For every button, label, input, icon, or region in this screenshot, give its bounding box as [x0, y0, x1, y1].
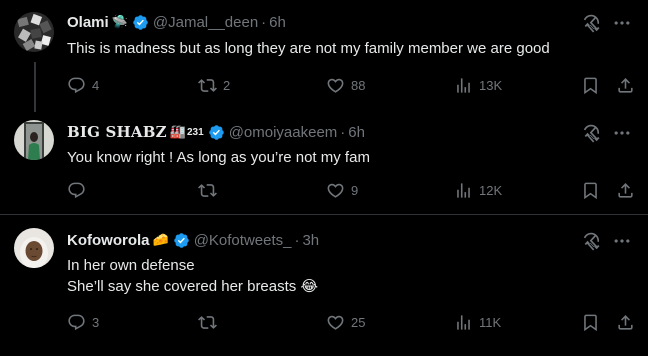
reply-icon [67, 313, 86, 332]
tweet-text: This is madness but as long they are not… [67, 38, 628, 59]
display-name[interactable]: Kofoworola [67, 232, 150, 249]
separator-dot: · [340, 123, 346, 141]
avatar[interactable] [14, 120, 54, 160]
separator-dot: · [261, 13, 267, 31]
repost-button[interactable] [198, 180, 223, 200]
share-button[interactable] [616, 75, 635, 95]
repost-icon [198, 76, 217, 95]
bookmark-icon [581, 181, 600, 200]
bookmark-button[interactable] [581, 180, 600, 200]
reply-button[interactable]: 3 [67, 312, 99, 332]
views-button[interactable]: 12K [454, 180, 502, 200]
name-emoji: 🧀 [152, 232, 169, 247]
views-button[interactable]: 13K [454, 75, 502, 95]
more-icon[interactable] [612, 123, 632, 143]
views-icon [454, 181, 473, 200]
tweet-text-line: In her own defense [67, 257, 195, 274]
views-count: 11K [479, 314, 502, 330]
tweet-text: You know right ! As long as you’re not m… [67, 147, 628, 168]
tweet-text-line: You know right ! As long as you’re not m… [67, 149, 370, 166]
repost-icon [198, 181, 217, 200]
action-bar: 3 25 11K [67, 312, 637, 332]
like-count: 88 [351, 77, 366, 93]
tweet-header: Olami 🛸 @Jamal__deen · 6h [67, 12, 558, 32]
user-handle[interactable]: @Jamal__deen [153, 14, 258, 31]
grok-icon[interactable] [582, 13, 602, 33]
like-icon [326, 181, 345, 200]
name-emoji: 🏭 [169, 124, 186, 139]
like-icon [326, 76, 345, 95]
action-bar: 9 12K [67, 180, 637, 200]
avatar[interactable] [14, 12, 54, 52]
more-icon[interactable] [612, 13, 632, 33]
reply-button[interactable] [67, 180, 92, 200]
action-bar: 4 2 88 13K [67, 75, 637, 95]
views-icon [454, 76, 473, 95]
like-count: 25 [351, 314, 366, 330]
bookmark-button[interactable] [581, 75, 600, 95]
tweet-header: BIG SHABZ 🏭 231 @omoiyaakeem · 6h [67, 122, 558, 142]
reply-button[interactable]: 4 [67, 75, 99, 95]
reply-count: 3 [92, 314, 100, 330]
share-button[interactable] [616, 312, 635, 332]
tweet-text-line: This is madness but as long they are not… [67, 40, 550, 57]
display-name[interactable]: BIG SHABZ [67, 123, 167, 141]
repost-button[interactable]: 2 [198, 75, 230, 95]
views-icon [454, 313, 473, 332]
like-count: 9 [351, 182, 359, 198]
timestamp[interactable]: 3h [302, 232, 319, 249]
display-name[interactable]: Olami [67, 14, 109, 31]
bookmark-icon [581, 313, 600, 332]
bookmark-icon [581, 76, 600, 95]
avatar-image [14, 120, 54, 160]
reply-icon [67, 181, 86, 200]
repost-button[interactable] [198, 312, 223, 332]
views-button[interactable]: 11K [454, 312, 501, 332]
tweet-header: Kofoworola 🧀 @Kofotweets_ · 3h [67, 230, 558, 250]
share-icon [616, 313, 635, 332]
avatar[interactable] [14, 228, 54, 268]
name-emoji: 🛸 [111, 14, 128, 29]
timestamp[interactable]: 6h [269, 14, 286, 31]
verified-badge-icon [208, 124, 225, 141]
repost-count: 2 [223, 77, 231, 93]
share-icon [616, 76, 635, 95]
user-handle[interactable]: @Kofotweets_ [194, 232, 292, 249]
bookmark-button[interactable] [581, 312, 600, 332]
tweet-1[interactable]: Olami 🛸 @Jamal__deen · 6h This is madnes… [0, 0, 648, 112]
separator-dot: · [294, 231, 300, 249]
share-icon [616, 181, 635, 200]
name-superscript: 231 [187, 126, 204, 138]
tweet-text: In her own defense She’ll say she covere… [67, 255, 628, 297]
views-count: 12K [479, 182, 503, 198]
avatar-image [14, 228, 54, 268]
tweet-3[interactable]: Kofoworola 🧀 @Kofotweets_ · 3h In her ow… [0, 215, 648, 356]
share-button[interactable] [616, 180, 635, 200]
like-button[interactable]: 88 [326, 75, 365, 95]
verified-badge-icon [132, 14, 149, 31]
reply-count: 4 [92, 77, 100, 93]
timestamp[interactable]: 6h [348, 124, 365, 141]
more-icon[interactable] [612, 231, 632, 251]
like-button[interactable]: 9 [326, 180, 358, 200]
user-handle[interactable]: @omoiyaakeem [229, 124, 338, 141]
tweet-text-line: She’ll say she covered her breasts 😂 [67, 278, 318, 295]
grok-icon[interactable] [582, 231, 602, 251]
grok-icon[interactable] [582, 123, 602, 143]
verified-badge-icon [173, 232, 190, 249]
avatar-image [14, 12, 54, 52]
reply-icon [67, 76, 86, 95]
like-button[interactable]: 25 [326, 312, 365, 332]
tweet-2[interactable]: BIG SHABZ 🏭 231 @omoiyaakeem · 6h You kn… [0, 112, 648, 214]
repost-icon [198, 313, 217, 332]
like-icon [326, 313, 345, 332]
views-count: 13K [479, 77, 503, 93]
